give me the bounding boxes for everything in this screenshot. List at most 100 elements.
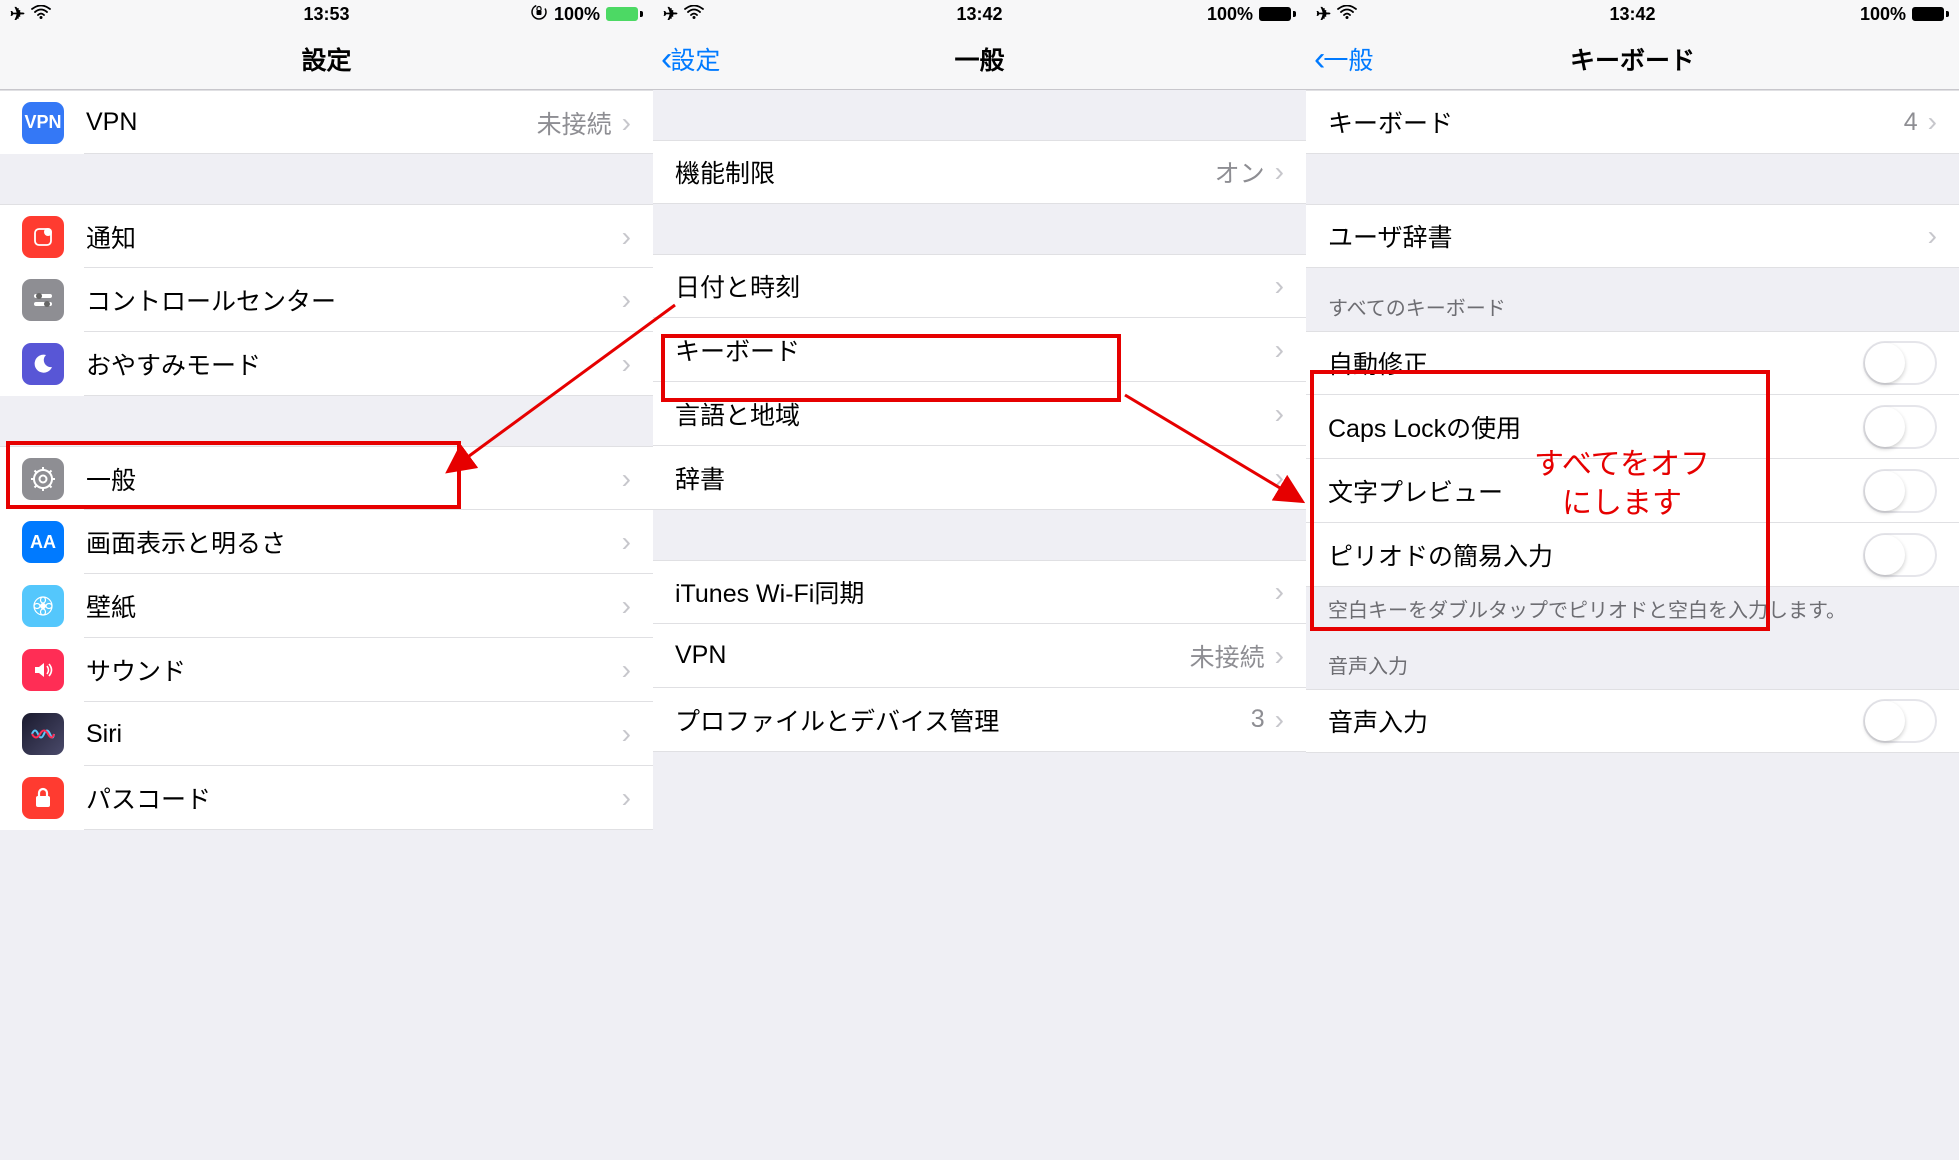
chevron-right-icon: › bbox=[622, 284, 631, 316]
toggle-capslock[interactable] bbox=[1863, 405, 1937, 449]
row-keyboard[interactable]: キーボード › bbox=[653, 318, 1306, 382]
toggle-autocorrect[interactable] bbox=[1863, 341, 1937, 385]
row-label: 機能制限 bbox=[675, 154, 1215, 190]
chevron-right-icon: › bbox=[622, 107, 631, 139]
row-label: iTunes Wi-Fi同期 bbox=[675, 574, 1275, 610]
row-label: 辞書 bbox=[675, 460, 1275, 496]
gear-icon bbox=[22, 458, 64, 500]
status-bar: ✈ 13:42 100% bbox=[653, 0, 1306, 28]
chevron-right-icon: › bbox=[1928, 220, 1937, 252]
chevron-right-icon: › bbox=[622, 526, 631, 558]
row-datetime[interactable]: 日付と時刻 › bbox=[653, 254, 1306, 318]
chevron-right-icon: › bbox=[1275, 704, 1284, 736]
chevron-right-icon: › bbox=[1275, 334, 1284, 366]
battery-percent: 100% bbox=[1207, 4, 1253, 25]
battery-percent: 100% bbox=[554, 4, 600, 25]
toggle-period[interactable] bbox=[1863, 533, 1937, 577]
wallpaper-icon bbox=[22, 585, 64, 627]
row-label: サウンド bbox=[86, 652, 622, 688]
row-dnd[interactable]: おやすみモード › bbox=[0, 332, 653, 396]
lock-icon bbox=[22, 777, 64, 819]
row-period-shortcut: ピリオドの簡易入力 bbox=[1306, 523, 1959, 587]
row-label: Siri bbox=[86, 720, 622, 749]
control-center-icon bbox=[22, 279, 64, 321]
nav-back-button[interactable]: ‹ 設定 bbox=[653, 41, 720, 77]
row-label: パスコード bbox=[86, 780, 622, 816]
notifications-icon bbox=[22, 216, 64, 258]
row-language[interactable]: 言語と地域 › bbox=[653, 382, 1306, 446]
battery-icon bbox=[1259, 7, 1296, 21]
display-icon: AA bbox=[22, 521, 64, 563]
row-passcode[interactable]: パスコード › bbox=[0, 766, 653, 830]
row-label: 通知 bbox=[86, 219, 622, 255]
nav-bar: ‹ 設定 一般 bbox=[653, 28, 1306, 90]
nav-back-button[interactable]: ‹ 一般 bbox=[1306, 41, 1373, 77]
chevron-right-icon: › bbox=[1275, 156, 1284, 188]
row-label: ユーザ辞書 bbox=[1328, 218, 1928, 254]
row-display[interactable]: AA 画面表示と明るさ › bbox=[0, 510, 653, 574]
wifi-icon bbox=[1337, 4, 1357, 25]
nav-back-label: 一般 bbox=[1323, 41, 1373, 77]
battery-icon bbox=[1912, 7, 1949, 21]
section-header-voice: 音声入力 bbox=[1306, 632, 1959, 689]
row-label: VPN bbox=[675, 641, 1190, 670]
row-restrictions[interactable]: 機能制限 オン › bbox=[653, 140, 1306, 204]
chevron-right-icon: › bbox=[1275, 270, 1284, 302]
row-label: ピリオドの簡易入力 bbox=[1328, 537, 1863, 573]
row-label: 言語と地域 bbox=[675, 396, 1275, 432]
row-profile[interactable]: プロファイルとデバイス管理 3 › bbox=[653, 688, 1306, 752]
airplane-icon: ✈ bbox=[10, 4, 25, 25]
row-label: 画面表示と明るさ bbox=[86, 524, 622, 560]
row-sound[interactable]: サウンド › bbox=[0, 638, 653, 702]
chevron-right-icon: › bbox=[1275, 462, 1284, 494]
row-vpn[interactable]: VPN VPN 未接続 › bbox=[0, 90, 653, 154]
row-label: おやすみモード bbox=[86, 346, 622, 382]
vpn-icon: VPN bbox=[22, 102, 64, 144]
row-detail: 3 bbox=[1251, 705, 1265, 734]
siri-icon bbox=[22, 713, 64, 755]
chevron-right-icon: › bbox=[622, 590, 631, 622]
footer-period: 空白キーをダブルタップでピリオドと空白を入力します。 bbox=[1306, 587, 1959, 632]
row-label: キーボード bbox=[1328, 104, 1904, 140]
row-label: 日付と時刻 bbox=[675, 268, 1275, 304]
row-siri[interactable]: Siri › bbox=[0, 702, 653, 766]
row-label: プロファイルとデバイス管理 bbox=[675, 702, 1251, 738]
row-autocorrect: 自動修正 bbox=[1306, 331, 1959, 395]
nav-title: キーボード bbox=[1570, 41, 1695, 77]
row-dictionary[interactable]: 辞書 › bbox=[653, 446, 1306, 510]
chevron-right-icon: › bbox=[622, 718, 631, 750]
row-detail: 4 bbox=[1904, 108, 1918, 137]
screen-general: ✈ 13:42 100% ‹ 設定 一般 機能制限 オン › 日付と時刻 › キ… bbox=[653, 0, 1306, 1160]
annotation-text: すべてをオフにします bbox=[1522, 445, 1722, 523]
airplane-icon: ✈ bbox=[663, 4, 678, 25]
row-notifications[interactable]: 通知 › bbox=[0, 204, 653, 268]
row-voice-input: 音声入力 bbox=[1306, 689, 1959, 753]
status-time: 13:53 bbox=[303, 4, 349, 25]
section-header-all-keyboards: すべてのキーボード bbox=[1306, 268, 1959, 331]
row-wallpaper[interactable]: 壁紙 › bbox=[0, 574, 653, 638]
chevron-right-icon: › bbox=[622, 221, 631, 253]
row-label: VPN bbox=[86, 108, 537, 137]
chevron-right-icon: › bbox=[622, 463, 631, 495]
row-user-dictionary[interactable]: ユーザ辞書 › bbox=[1306, 204, 1959, 268]
toggle-voice[interactable] bbox=[1863, 699, 1937, 743]
row-detail: オン bbox=[1215, 154, 1265, 190]
row-general[interactable]: 一般 › bbox=[0, 446, 653, 510]
toggle-char-preview[interactable] bbox=[1863, 469, 1937, 513]
row-keyboards[interactable]: キーボード 4 › bbox=[1306, 90, 1959, 154]
chevron-right-icon: › bbox=[622, 654, 631, 686]
row-label: キーボード bbox=[675, 332, 1275, 368]
wifi-icon bbox=[684, 4, 704, 25]
row-vpn[interactable]: VPN 未接続 › bbox=[653, 624, 1306, 688]
chevron-right-icon: › bbox=[622, 782, 631, 814]
row-label: 壁紙 bbox=[86, 588, 622, 624]
row-itunes-sync[interactable]: iTunes Wi-Fi同期 › bbox=[653, 560, 1306, 624]
nav-bar: ‹ 一般 キーボード bbox=[1306, 28, 1959, 90]
row-detail: 未接続 bbox=[537, 105, 612, 141]
row-control-center[interactable]: コントロールセンター › bbox=[0, 268, 653, 332]
chevron-right-icon: › bbox=[1928, 106, 1937, 138]
nav-back-label: 設定 bbox=[670, 41, 720, 77]
row-label: コントロールセンター bbox=[86, 282, 622, 318]
screen-settings: ✈ 13:53 100% 設定 VPN VPN 未接続 › 通知 › bbox=[0, 0, 653, 1160]
battery-icon bbox=[606, 7, 643, 21]
